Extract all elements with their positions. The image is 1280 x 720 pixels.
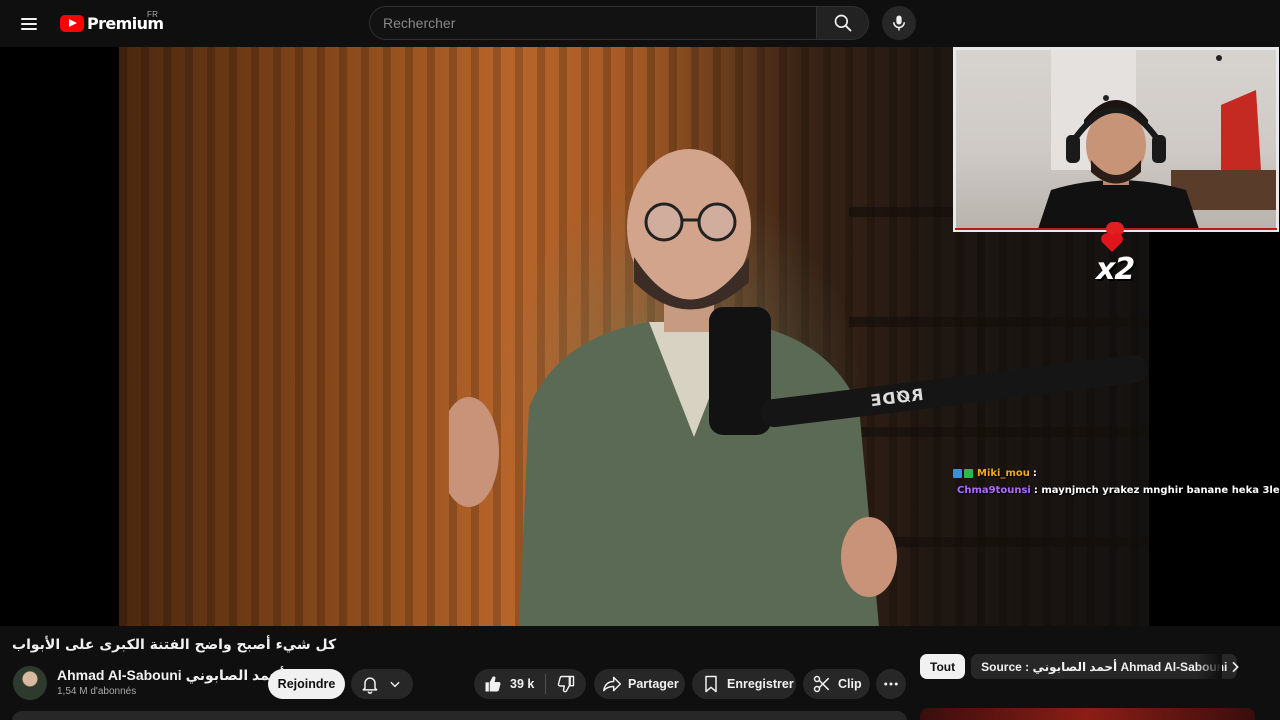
like-count: 39 k <box>510 677 535 691</box>
share-label: Partager <box>628 677 679 691</box>
stream-chat-overlay: Miki_mou : Chma9tounsi : maynjmch yrakez… <box>953 465 1280 499</box>
speaker-figure <box>449 149 897 626</box>
x2-multiplier: x2 <box>1096 252 1135 287</box>
chat-text: : maynjmch yrakez mnghir banane heka 3le… <box>1033 485 1280 496</box>
thumbs-up-icon <box>485 676 501 692</box>
heart-icon <box>1101 233 1123 252</box>
bell-icon <box>362 677 378 694</box>
like-button[interactable]: 39 k <box>474 669 534 699</box>
microphone-icon <box>893 15 905 31</box>
youtube-play-icon <box>60 14 84 32</box>
more-actions-button[interactable] <box>876 669 906 699</box>
thumbs-down-icon <box>558 675 575 693</box>
chat-badge-icon <box>953 469 962 478</box>
bookmark-icon <box>705 675 717 693</box>
chat-text: : <box>1032 468 1037 479</box>
channel-name[interactable]: Ahmad Al-Sabouni أحمد الصابوني <box>57 667 299 684</box>
mic-brand-label: RØDE <box>868 384 925 411</box>
chat-username: Chma9tounsi <box>957 485 1031 496</box>
search-button[interactable] <box>816 6 869 40</box>
video-title: كل شيء أصبح واضح الفتنة الكبرى على الأبو… <box>12 637 337 653</box>
clip-label: Clip <box>838 677 862 691</box>
voice-search-button[interactable] <box>882 6 916 40</box>
share-icon <box>602 676 622 692</box>
menu-icon[interactable] <box>18 12 42 36</box>
notifications-button[interactable] <box>351 669 413 699</box>
search-input[interactable] <box>370 7 817 39</box>
dislike-button[interactable] <box>546 669 576 699</box>
more-horizontal-icon <box>884 682 898 686</box>
description-box[interactable] <box>12 711 907 720</box>
masthead: Premium FR <box>0 0 1280 47</box>
chat-message: Miki_mou : <box>953 465 1273 482</box>
search-icon <box>834 14 851 32</box>
chips-next-button[interactable] <box>1222 655 1248 679</box>
share-button[interactable]: Partager <box>594 669 685 699</box>
like-dislike-group: 39 k <box>474 669 586 699</box>
join-button[interactable]: Rejoindre <box>268 669 345 699</box>
search-box <box>369 6 817 40</box>
recommended-video-thumbnail[interactable] <box>920 708 1255 720</box>
chip-all[interactable]: Tout <box>920 654 966 679</box>
channel-avatar[interactable] <box>13 666 47 700</box>
save-label: Enregistrer <box>727 677 794 691</box>
chevron-down-icon <box>390 681 400 688</box>
recommendation-chips: Tout Source : أحمد الصابوني Ahmad Al-Sab… <box>920 654 1243 680</box>
chat-badge-icon <box>964 469 973 478</box>
chevron-right-icon <box>1232 661 1239 673</box>
chat-message: Chma9tounsi : maynjmch yrakez mnghir ban… <box>953 482 1280 499</box>
subscriber-count: 1,54 M d'abonnés <box>57 686 137 697</box>
scissors-icon <box>813 675 830 693</box>
clip-button[interactable]: Clip <box>803 669 870 699</box>
streamer-webcam-overlay <box>953 47 1279 232</box>
video-player[interactable]: RØDE x2 Miki_mou : Chma9tounsi: maynjmc… <box>0 47 1280 626</box>
save-button[interactable]: Enregistrer <box>692 669 796 699</box>
webcam-scene <box>1038 50 1276 229</box>
chips-fade <box>1196 654 1222 680</box>
chat-username: Miki_mou <box>977 468 1030 479</box>
channel-name-text: Ahmad Al-Sabouni أحمد الصابوني <box>57 667 285 683</box>
region-code: FR <box>147 10 159 19</box>
